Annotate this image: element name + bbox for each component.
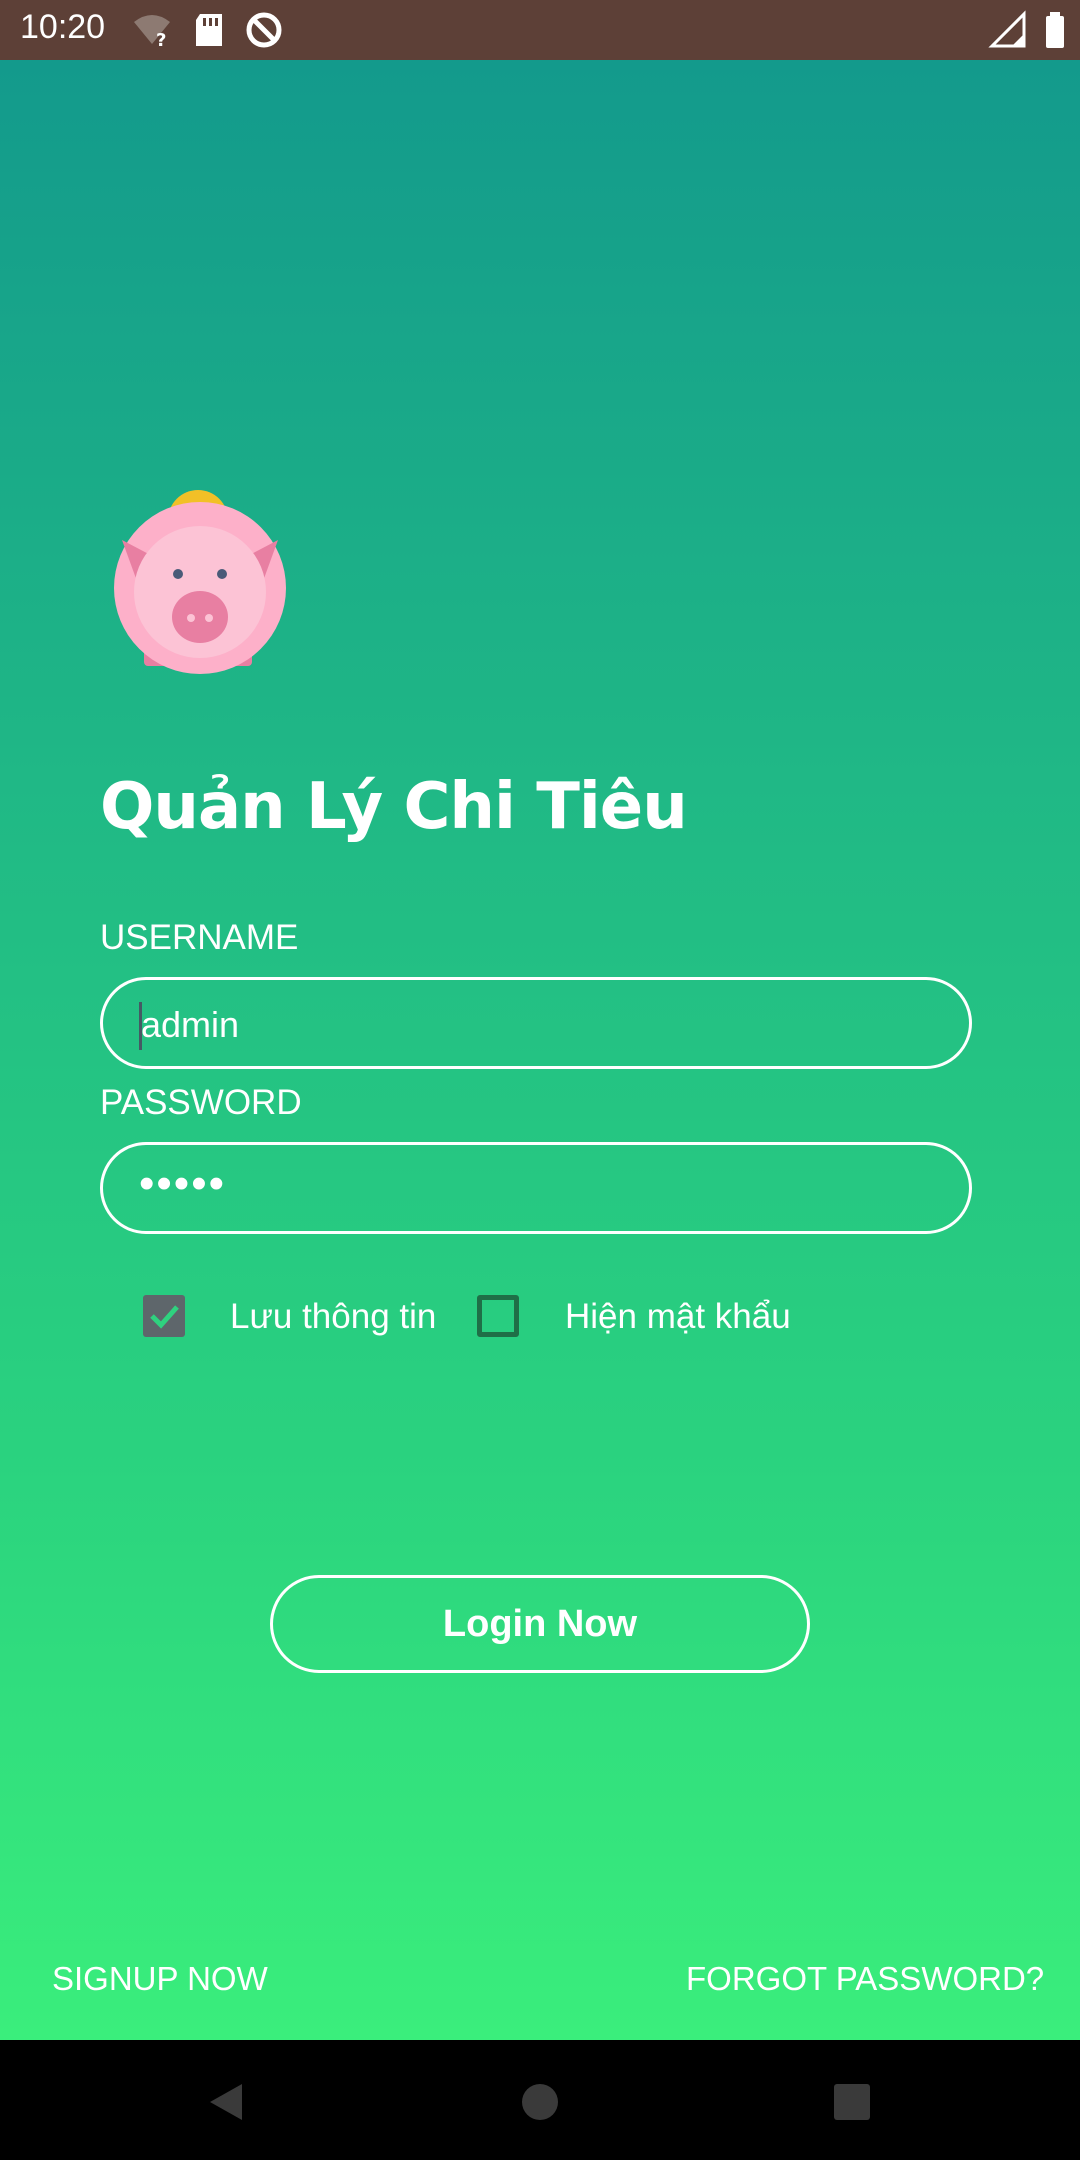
forgot-password-link[interactable]: FORGOT PASSWORD?: [686, 1960, 1044, 1998]
password-value: •••••: [139, 1159, 227, 1208]
password-input[interactable]: •••••: [100, 1142, 972, 1234]
wifi-unknown-icon: ?: [134, 15, 170, 50]
show-password-label[interactable]: Hiện mật khẩu: [565, 1297, 791, 1337]
username-input[interactable]: admin: [100, 977, 972, 1069]
navigation-bar: [0, 2040, 1080, 2160]
checkmark-icon: [150, 1305, 179, 1329]
battery-icon: [1046, 12, 1064, 48]
home-icon[interactable]: [518, 2080, 562, 2124]
signal-icon: [988, 10, 1026, 48]
back-icon[interactable]: [204, 2080, 248, 2124]
status-time: 10:20: [20, 8, 106, 46]
password-label: PASSWORD: [100, 1083, 302, 1122]
app-title: Quản Lý Chi Tiêu: [100, 770, 688, 844]
remember-checkbox[interactable]: [143, 1295, 185, 1337]
remember-label[interactable]: Lưu thông tin: [230, 1297, 436, 1337]
username-label: USERNAME: [100, 918, 299, 957]
signup-link[interactable]: SIGNUP NOW: [52, 1960, 268, 1998]
status-bar: 10:20 ?: [0, 0, 1080, 60]
svg-text:?: ?: [156, 30, 166, 50]
recents-icon[interactable]: [830, 2080, 874, 2124]
login-button[interactable]: Login Now: [270, 1575, 810, 1673]
username-value: admin: [141, 1004, 240, 1045]
piggy-bank-icon: [114, 490, 286, 674]
login-screen: Quản Lý Chi Tiêu USERNAME admin PASSWORD…: [0, 60, 1080, 2040]
data-saver-icon: [246, 12, 282, 48]
sd-card-icon: [196, 14, 222, 46]
show-password-checkbox[interactable]: [477, 1295, 519, 1337]
